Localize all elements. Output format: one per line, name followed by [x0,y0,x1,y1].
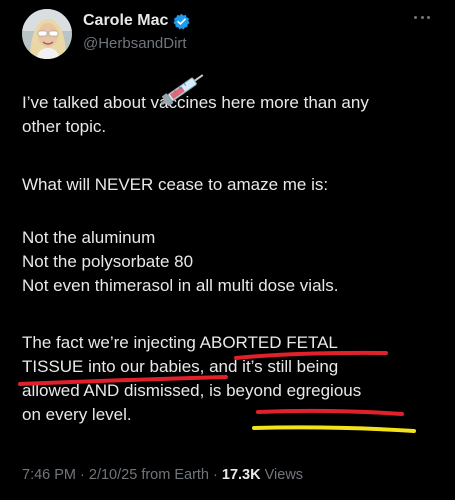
more-dot [414,15,417,19]
avatar-photo [22,9,72,59]
author-name-row[interactable]: Carole Mac [83,11,190,31]
tweet-meta: 7:46 PM · 2/10/25 from Earth · 17.3K Vie… [22,466,303,484]
avatar[interactable] [22,9,72,59]
views-count[interactable]: 17.3K [222,467,261,483]
tweet-paragraph-4: The fact we’re injecting ABORTED FETAL T… [22,333,362,424]
author-handle[interactable]: @HerbsandDirt [83,35,187,53]
tweet-time[interactable]: 7:46 PM [22,467,76,483]
views-label: Views [260,467,304,483]
verified-badge-icon [173,13,190,29]
tweet-source: from Earth [141,467,209,483]
tweet-paragraph-2: What will NEVER cease to amaze me is: [22,175,329,194]
more-dot [427,15,430,19]
tweet-date[interactable]: 2/10/25 [89,467,137,483]
tweet-card: Carole Mac @HerbsandDirt I’ve talked abo… [0,0,455,500]
more-options-icon[interactable] [412,10,432,24]
tweet-paragraph-3: Not the aluminum Not the polysorbate 80 … [22,228,339,295]
yellow-highlight-line [252,425,416,433]
meta-separator: · [209,467,222,483]
more-dot [420,15,424,19]
author-display-name[interactable]: Carole Mac [83,11,168,31]
tweet-paragraph-1: I’ve talked about vaccines here more tha… [22,93,369,136]
meta-separator: · [76,467,89,483]
